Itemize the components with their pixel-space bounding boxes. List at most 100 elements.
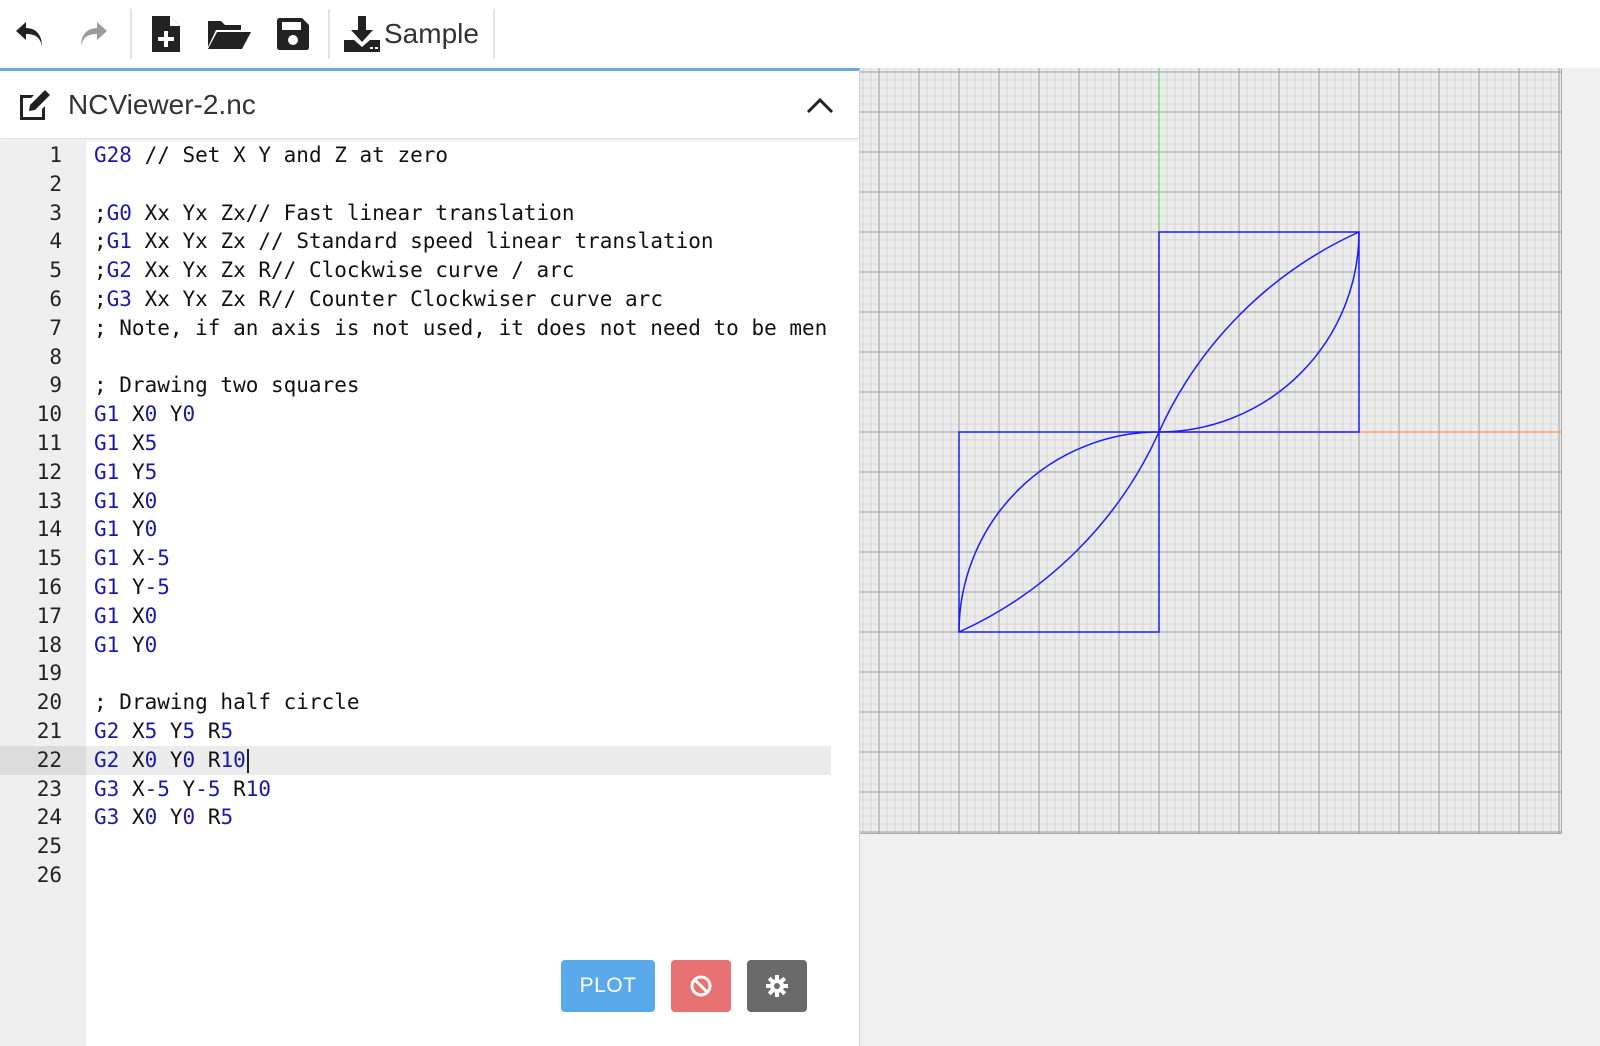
download-icon xyxy=(344,16,380,52)
code-token-command: 0 xyxy=(144,517,158,542)
code-line[interactable]: G3 X0 Y0 R5 xyxy=(86,803,831,832)
code-token-text: Y xyxy=(157,747,183,772)
code-token-command: G1 xyxy=(94,546,120,571)
line-number: 23 xyxy=(36,776,62,801)
code-token-command: 5 xyxy=(182,718,196,743)
code-line[interactable]: ; Drawing half circle xyxy=(86,688,831,717)
text-cursor xyxy=(246,748,249,773)
code-line[interactable]: ;G0 Xx Yx Zx// Fast linear translation xyxy=(86,199,831,228)
code-line[interactable]: ​ xyxy=(86,170,831,199)
line-number: 12 xyxy=(36,459,62,484)
code-line[interactable]: G2 X0 Y0 R10 xyxy=(86,745,831,775)
line-number: 24 xyxy=(36,805,62,830)
settings-button[interactable] xyxy=(747,960,807,1012)
line-number: 16 xyxy=(36,574,62,599)
code-token-text: X xyxy=(119,430,145,455)
line-number: 21 xyxy=(36,718,62,743)
code-token-text: ; Note, if an axis is not used, it does … xyxy=(94,315,828,340)
code-line[interactable]: G1 X5 xyxy=(86,429,831,458)
code-token-command: 5 xyxy=(220,805,234,830)
code-token-command: G1 xyxy=(94,402,120,427)
code-token-command: 5 xyxy=(220,718,234,743)
code-line[interactable]: ​ xyxy=(86,343,831,372)
code-token-command: G1 xyxy=(94,603,120,628)
line-number: 4 xyxy=(49,229,62,254)
file-header: NCViewer-2.nc xyxy=(0,71,859,139)
code-line[interactable]: G1 X0 Y0 xyxy=(86,400,831,429)
grid xyxy=(860,68,1562,834)
axes xyxy=(1158,68,1562,433)
code-token-command: G1 xyxy=(94,517,120,542)
code-token-text: X xyxy=(119,488,145,513)
line-number: 5 xyxy=(49,258,62,283)
open-file-button[interactable] xyxy=(196,0,262,68)
code-editor[interactable]: G28 // Set X Y and Z at zero​;G0 Xx Yx Z… xyxy=(86,141,831,1046)
toolpath xyxy=(958,231,1360,633)
code-token-command: 0 xyxy=(144,805,158,830)
code-line[interactable]: G1 X-5 xyxy=(86,544,831,573)
line-number: 19 xyxy=(36,661,62,686)
edit-icon[interactable] xyxy=(16,88,52,122)
toolpath-viewer[interactable] xyxy=(860,68,1562,834)
line-number: 9 xyxy=(49,373,62,398)
toolpath-canvas[interactable] xyxy=(860,68,1562,834)
sample-button[interactable]: Sample xyxy=(334,0,489,68)
code-token-text: R xyxy=(195,718,221,743)
line-number: 3 xyxy=(49,200,62,225)
code-line[interactable]: ;G1 Xx Yx Zx // Standard speed linear tr… xyxy=(86,227,831,256)
toolpath-arc xyxy=(958,431,1160,633)
code-token-command: G0 xyxy=(106,200,132,225)
code-token-command: 0 xyxy=(182,747,196,772)
code-token-command: 0 xyxy=(144,747,158,772)
code-token-command: 5 xyxy=(144,718,158,743)
code-line[interactable]: G1 Y0 xyxy=(86,515,831,544)
code-token-text: Xx Yx Zx R// Clockwise curve / arc xyxy=(131,258,575,283)
code-line[interactable]: G1 X0 xyxy=(86,487,831,516)
code-token-command: G3 xyxy=(94,805,120,830)
code-line[interactable]: ; Drawing two squares xyxy=(86,371,831,400)
save-file-button[interactable] xyxy=(262,0,324,68)
redo-button[interactable] xyxy=(60,0,126,68)
file-name[interactable]: NCViewer-2.nc xyxy=(68,89,256,121)
line-number: 6 xyxy=(49,286,62,311)
code-token-command: -5 xyxy=(144,546,170,571)
code-line[interactable]: ​ xyxy=(86,861,831,890)
code-token-command: 10 xyxy=(220,747,246,772)
code-token-command: 10 xyxy=(245,776,272,801)
code-token-command: G1 xyxy=(94,632,120,657)
gear-icon xyxy=(766,975,788,997)
line-number: 2 xyxy=(49,171,62,196)
code-line[interactable]: G1 Y5 xyxy=(86,458,831,487)
code-line[interactable]: G1 X0 xyxy=(86,602,831,631)
code-line[interactable]: ; Note, if an axis is not used, it does … xyxy=(86,314,831,343)
code-line[interactable]: G3 X-5 Y-5 R10 xyxy=(86,775,831,804)
redo-icon xyxy=(81,22,107,46)
code-token-text: X xyxy=(119,805,145,830)
code-token-text: Y xyxy=(119,632,145,657)
stop-button[interactable] xyxy=(671,960,731,1012)
code-line[interactable]: ​ xyxy=(86,832,831,861)
code-token-command: 0 xyxy=(144,488,158,513)
code-line[interactable]: G28 // Set X Y and Z at zero xyxy=(86,141,831,170)
undo-button[interactable] xyxy=(0,0,60,68)
new-file-button[interactable] xyxy=(136,0,196,68)
line-number: 8 xyxy=(49,344,62,369)
toolbar-divider xyxy=(328,9,330,59)
code-line[interactable]: ;G2 Xx Yx Zx R// Clockwise curve / arc xyxy=(86,256,831,285)
code-line[interactable]: G2 X5 Y5 R5 xyxy=(86,717,831,746)
code-token-command: G3 xyxy=(106,286,132,311)
code-token-command: G2 xyxy=(106,258,132,283)
chevron-up-icon[interactable] xyxy=(805,91,835,119)
code-token-command: -5 xyxy=(195,776,221,801)
code-token-text: ; xyxy=(94,258,107,283)
editor-panel: NCViewer-2.nc 1 2 3 4 5 6 7 8 9 10 11 12 13 14 15 16 17 1… xyxy=(0,68,860,1046)
code-line[interactable]: G1 Y0 xyxy=(86,631,831,660)
code-line[interactable]: ;G3 Xx Yx Zx R// Counter Clockwiser curv… xyxy=(86,285,831,314)
folder-open-icon xyxy=(208,21,251,49)
code-token-text: Xx Yx Zx // Standard speed linear transl… xyxy=(131,229,714,254)
toolpath-arc xyxy=(1158,231,1360,433)
code-token-text: ; xyxy=(94,229,107,254)
code-line[interactable]: ​ xyxy=(86,659,831,688)
plot-button[interactable]: PLOT xyxy=(561,960,655,1012)
code-line[interactable]: G1 Y-5 xyxy=(86,573,831,602)
